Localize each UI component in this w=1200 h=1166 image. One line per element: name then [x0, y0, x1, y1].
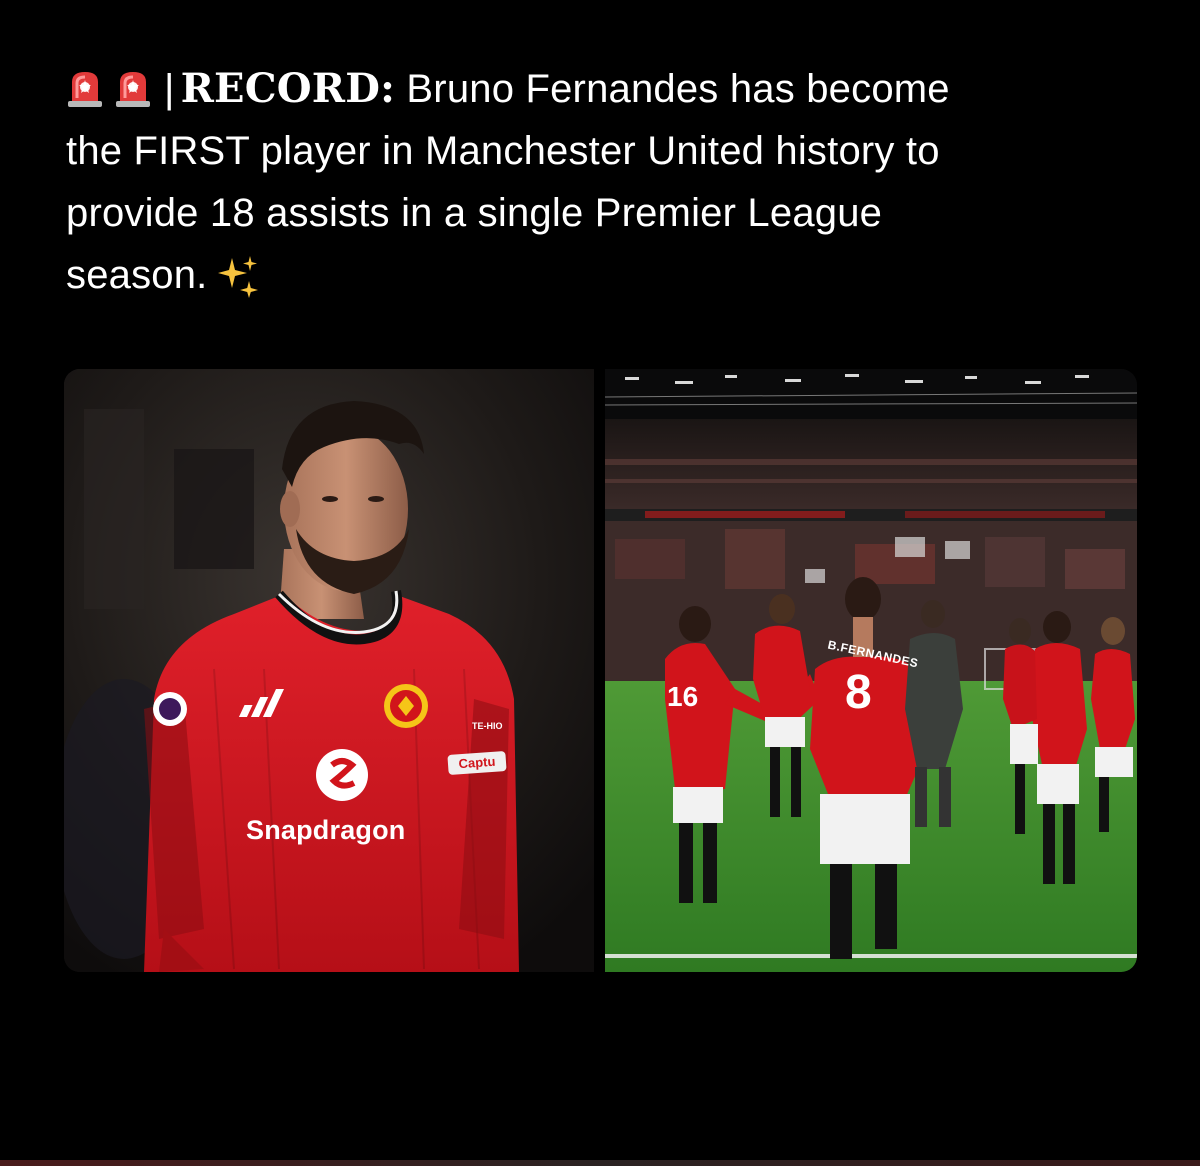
- shirt-sponsor: Snapdragon: [246, 815, 406, 845]
- image-gallery[interactable]: Snapdragon Captu TE-HIO B.FERNANDES 8 16: [64, 369, 1137, 972]
- post-text-line-4: season.: [66, 253, 208, 297]
- post-text-line-3: provide 18 assists in a single Premier L…: [66, 191, 883, 235]
- team-walkout-photo[interactable]: B.FERNANDES 8 16: [605, 369, 1137, 972]
- jersey-number: 8: [845, 666, 872, 719]
- siren-icon: [68, 72, 102, 107]
- bottom-strip: [0, 1160, 1200, 1166]
- separator: |: [164, 67, 175, 111]
- player-portrait-photo[interactable]: Snapdragon Captu TE-HIO: [64, 369, 594, 972]
- post: | RECORD: Bruno Fernandes has become the …: [0, 0, 1200, 1166]
- post-text-line-1: Bruno Fernandes has become: [395, 67, 950, 111]
- siren-icon: [116, 72, 150, 107]
- sparkles-icon: [217, 256, 258, 298]
- post-text: | RECORD: Bruno Fernandes has become the …: [66, 58, 1146, 306]
- captain-armband: Captu: [447, 751, 507, 775]
- record-label: RECORD:: [180, 65, 396, 112]
- teammate-jersey-number: 16: [667, 681, 699, 712]
- post-text-line-2: the FIRST player in Manchester United hi…: [66, 129, 940, 173]
- sleeve-text: TE-HIO: [472, 721, 503, 731]
- player-portrait-illustration: [64, 369, 594, 972]
